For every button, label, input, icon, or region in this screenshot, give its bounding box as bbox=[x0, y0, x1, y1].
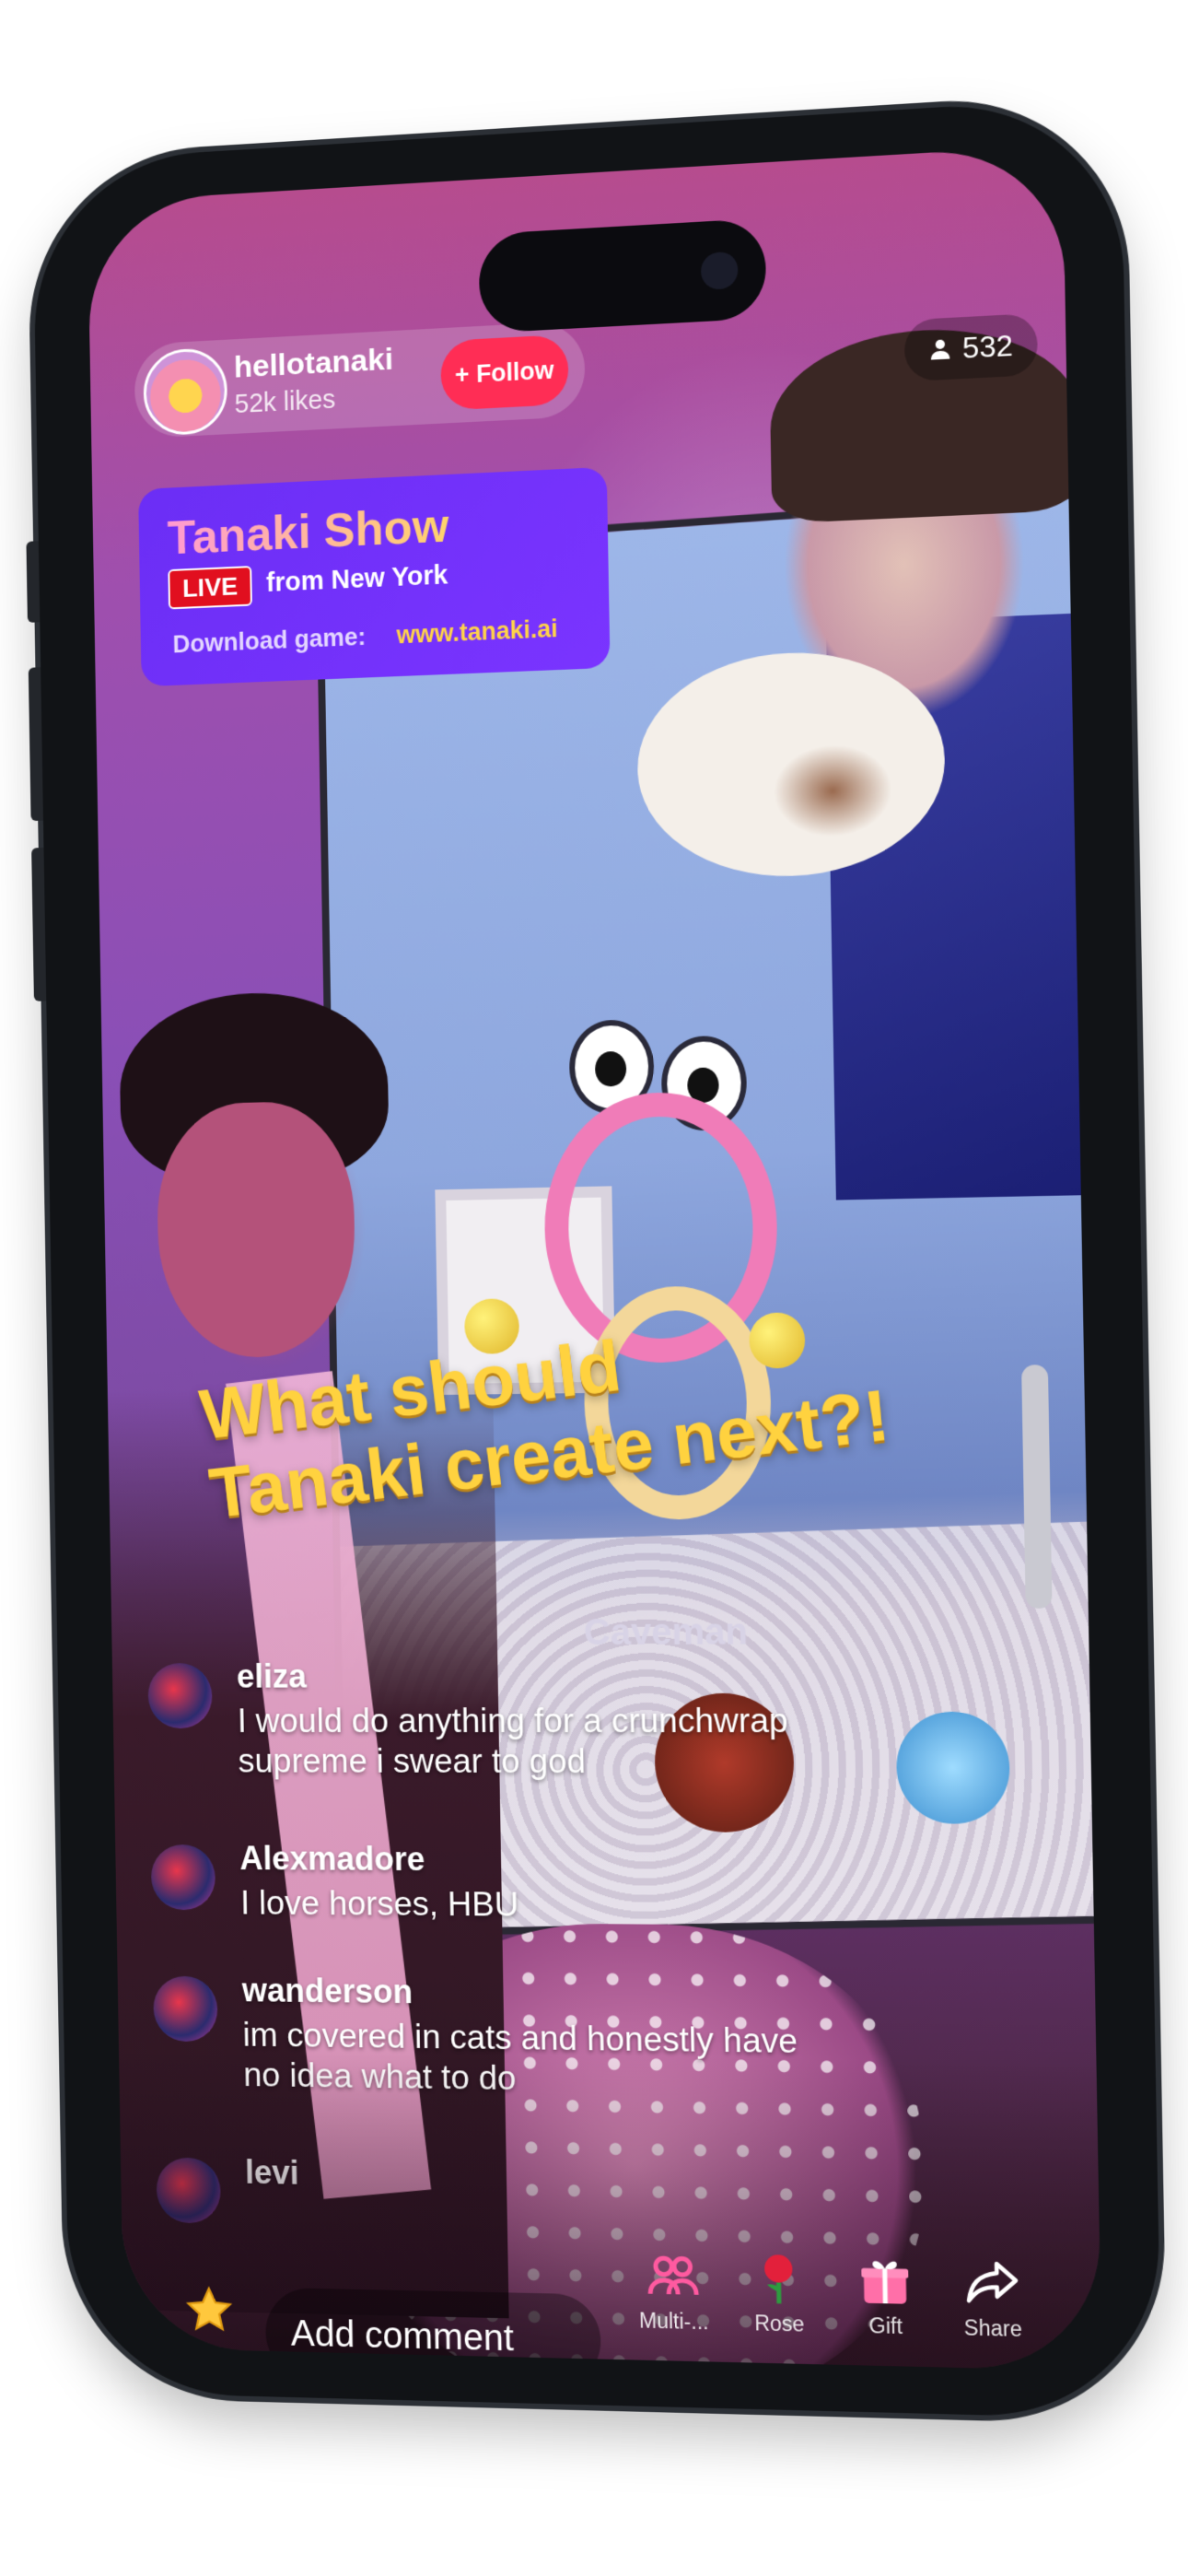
commenter-name[interactable]: wanderson bbox=[241, 1972, 413, 2011]
commenter-avatar[interactable] bbox=[147, 1663, 213, 1728]
option-rock-blue bbox=[895, 1712, 1010, 1824]
subscribe-button[interactable]: Subsc... bbox=[160, 2283, 260, 2371]
live-location: from New York bbox=[266, 561, 448, 599]
share-icon bbox=[963, 2254, 1021, 2311]
rose-button[interactable]: Rose bbox=[732, 2249, 827, 2337]
host-username[interactable]: hellotanaki bbox=[234, 342, 394, 386]
live-badge: LIVE bbox=[168, 566, 252, 609]
share-label: Share bbox=[964, 2315, 1022, 2341]
gift-label: Gift bbox=[868, 2313, 903, 2338]
mute-switch bbox=[26, 541, 40, 623]
commenter-name[interactable]: eliza bbox=[237, 1657, 307, 1696]
commenter-avatar[interactable] bbox=[153, 1976, 218, 2043]
phone-frame: hellotanaki 52k likes + Follow 532 Tanak… bbox=[32, 96, 1162, 2419]
multi-guest-label: Multi-... bbox=[639, 2308, 709, 2334]
host-likes: 52k likes bbox=[234, 385, 335, 420]
volume-up-button bbox=[29, 667, 43, 821]
follow-button[interactable]: + Follow bbox=[440, 334, 569, 411]
star-icon bbox=[184, 2284, 235, 2336]
comment-text: I love horses, HBU bbox=[240, 1883, 844, 1927]
show-info-card: Tanaki Show LIVE from New York Download … bbox=[138, 467, 611, 687]
download-label: Download game: bbox=[172, 623, 366, 659]
host-avatar[interactable] bbox=[143, 347, 227, 437]
gift-button[interactable]: Gift bbox=[838, 2252, 933, 2340]
sculpture bbox=[1021, 1364, 1052, 1609]
commenter-name[interactable]: Alexmadore bbox=[239, 1839, 425, 1879]
host-info[interactable]: hellotanaki 52k likes + Follow bbox=[134, 321, 585, 439]
commenter-avatar[interactable] bbox=[151, 1844, 216, 1910]
rose-label: Rose bbox=[754, 2311, 805, 2336]
multi-guest-button[interactable]: Multi-... bbox=[626, 2247, 720, 2335]
multi-guest-icon bbox=[645, 2247, 701, 2303]
action-bar: Multi-... Rose Gift Share bbox=[626, 2247, 1040, 2342]
live-stream-screen[interactable]: hellotanaki 52k likes + Follow 532 Tanak… bbox=[87, 145, 1102, 2371]
show-title: Tanaki Show bbox=[167, 498, 449, 566]
dynamic-island bbox=[478, 218, 766, 334]
gift-icon bbox=[856, 2252, 914, 2309]
comment-input[interactable] bbox=[265, 2288, 601, 2371]
share-button[interactable]: Share bbox=[945, 2254, 1041, 2343]
viewer-count[interactable]: 532 bbox=[903, 313, 1038, 381]
person-icon bbox=[928, 337, 951, 361]
subscribe-label: Subsc... bbox=[161, 2347, 260, 2371]
download-link[interactable]: www.tanaki.ai bbox=[396, 615, 558, 650]
rose-icon bbox=[751, 2250, 808, 2307]
viewer-count-value: 532 bbox=[962, 328, 1013, 365]
comment-text: I would do anything for a crunchwrap sup… bbox=[237, 1701, 840, 1782]
game-option-label: Caveman bbox=[584, 1611, 749, 1654]
volume-down-button bbox=[31, 848, 46, 1001]
